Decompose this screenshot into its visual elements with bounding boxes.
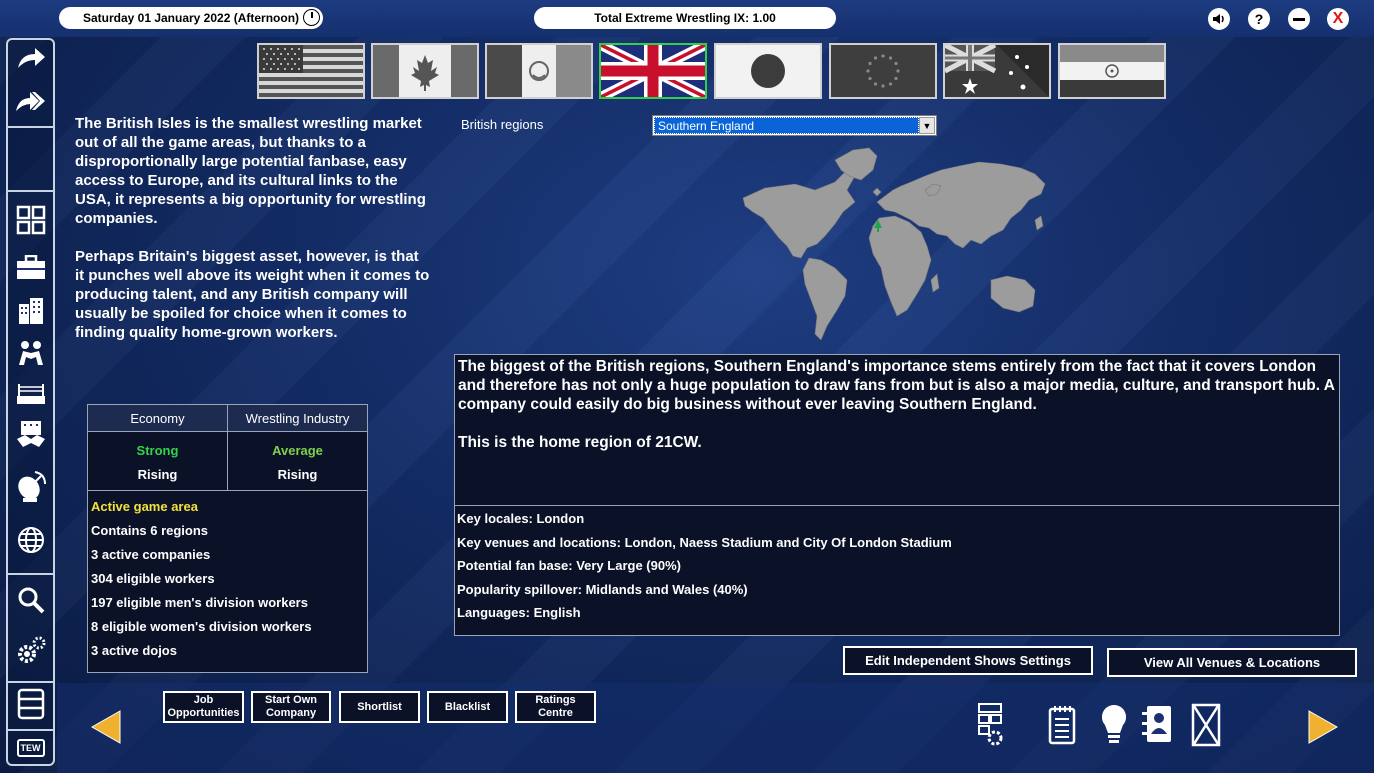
date-text: Saturday 01 January 2022 (Afternoon) [82, 11, 300, 25]
game-title: Total Extreme Wrestling IX: 1.00 [534, 7, 836, 29]
intro-paragraph-1: The British Isles is the smallest wrestl… [75, 115, 426, 227]
ratings-centre-line1: Ratings [535, 694, 576, 706]
job-opportunities-line2: Opportunities [167, 707, 240, 719]
grid-icon[interactable] [8, 201, 53, 239]
satellite-icon[interactable] [8, 468, 53, 506]
lightbulb-icon[interactable] [1096, 702, 1132, 748]
flag-united-kingdom[interactable] [599, 43, 707, 99]
edit-independent-shows-button[interactable]: Edit Independent Shows Settings [843, 646, 1093, 675]
job-opportunities-button[interactable]: Job Opportunities [163, 691, 244, 723]
tew-logo-text: TEW [16, 739, 45, 757]
sidebar-divider [8, 681, 53, 683]
flag-japan[interactable] [714, 43, 822, 99]
search-icon[interactable] [8, 581, 53, 619]
stat-line: 3 active companies [91, 547, 211, 562]
area-intro: The British Isles is the smallest wrestl… [75, 114, 430, 361]
description-divider [455, 505, 1339, 506]
start-own-company-line1: Start Own [265, 694, 317, 706]
languages: Languages: English [457, 605, 581, 620]
world-map [735, 140, 1065, 345]
help-icon[interactable]: ? [1248, 8, 1270, 30]
flag-india[interactable] [1058, 43, 1166, 99]
notepad-icon[interactable] [1044, 702, 1080, 748]
minimize-bar [1293, 17, 1305, 21]
sound-icon[interactable] [1208, 8, 1230, 30]
start-own-company-button[interactable]: Start Own Company [251, 691, 331, 723]
sidebar-divider [8, 573, 53, 575]
settings-grid-icon[interactable] [972, 702, 1008, 748]
forward-arrow-icon[interactable] [8, 40, 53, 78]
start-own-company-line2: Company [265, 707, 317, 719]
database-icon[interactable] [8, 685, 53, 723]
date-display: Saturday 01 January 2022 (Afternoon) [59, 7, 323, 29]
industry-trend: Rising [277, 467, 318, 482]
economy-header: Economy [88, 405, 227, 432]
ring-icon[interactable] [8, 375, 53, 413]
double-forward-arrow-icon[interactable] [8, 83, 53, 121]
tew-logo[interactable]: TEW [8, 731, 53, 765]
region-info-list: Key locales: London Key venues and locat… [457, 507, 952, 625]
briefcase-icon[interactable] [8, 249, 53, 287]
chevron-down-icon[interactable]: ▼ [919, 117, 935, 134]
region-description-text: The biggest of the British regions, Sout… [458, 358, 1335, 413]
left-sidebar: TEW [6, 38, 55, 766]
flag-europe[interactable] [829, 43, 937, 99]
stats-list: Active game area Contains 6 regions 3 ac… [91, 499, 312, 667]
close-icon[interactable]: X [1327, 8, 1349, 30]
home-region-text: This is the home region of 21CW. [458, 434, 702, 451]
popularity-spillover: Popularity spillover: Midlands and Wales… [457, 581, 748, 597]
active-area-label: Active game area [91, 499, 198, 514]
flag-usa[interactable] [257, 43, 365, 99]
region-select[interactable]: Southern England ▼ [652, 115, 937, 136]
flag-oceania[interactable] [943, 43, 1051, 99]
flag-canada[interactable] [371, 43, 479, 99]
stat-line: 304 eligible workers [91, 571, 215, 586]
economy-trend: Rising [137, 467, 178, 482]
view-all-venues-button[interactable]: View All Venues & Locations [1107, 648, 1357, 677]
flag-mexico[interactable] [485, 43, 593, 99]
clock-icon[interactable] [303, 9, 320, 26]
stat-line: 8 eligible women's division workers [91, 619, 312, 634]
handshake-icon[interactable] [8, 416, 53, 454]
region-description: The biggest of the British regions, Sout… [458, 357, 1338, 452]
stat-line: 197 eligible men's division workers [91, 595, 308, 610]
blacklist-button[interactable]: Blacklist [427, 691, 508, 723]
sidebar-divider [8, 126, 53, 128]
industry-status: Average [272, 443, 323, 458]
shortlist-button[interactable]: Shortlist [339, 691, 420, 723]
intro-paragraph-2: Perhaps Britain's biggest asset, however… [75, 248, 430, 341]
globe-icon[interactable] [8, 521, 53, 559]
ratings-centre-line2: Centre [538, 707, 573, 719]
fan-base: Potential fan base: Very Large (90%) [457, 558, 681, 573]
gears-icon[interactable] [8, 632, 53, 670]
next-arrow-icon[interactable] [1307, 709, 1339, 750]
minimize-icon[interactable] [1288, 8, 1310, 30]
regions-label: British regions [461, 117, 544, 132]
stat-line: 3 active dojos [91, 643, 177, 658]
previous-arrow-icon[interactable] [90, 709, 122, 750]
job-opportunities-line1: Job [193, 694, 214, 706]
region-description-panel: The biggest of the British regions, Sout… [454, 354, 1340, 636]
buildings-icon[interactable] [8, 292, 53, 330]
key-locales: Key locales: London [457, 511, 585, 526]
region-select-value: Southern England [654, 117, 919, 134]
contacts-icon[interactable] [1140, 702, 1176, 748]
industry-header: Wrestling Industry [228, 405, 367, 432]
wrestlers-icon[interactable] [8, 334, 53, 372]
stats-divider [88, 490, 367, 491]
hourglass-icon[interactable] [1188, 702, 1224, 748]
key-venues: Key venues and locations: London, Naess … [457, 534, 952, 550]
economy-status: Strong [136, 443, 179, 458]
ratings-centre-button[interactable]: Ratings Centre [515, 691, 596, 723]
stat-line: Contains 6 regions [91, 523, 209, 538]
area-stats-panel: Economy Wrestling Industry Strong Rising… [87, 404, 368, 673]
sidebar-divider [8, 190, 53, 192]
